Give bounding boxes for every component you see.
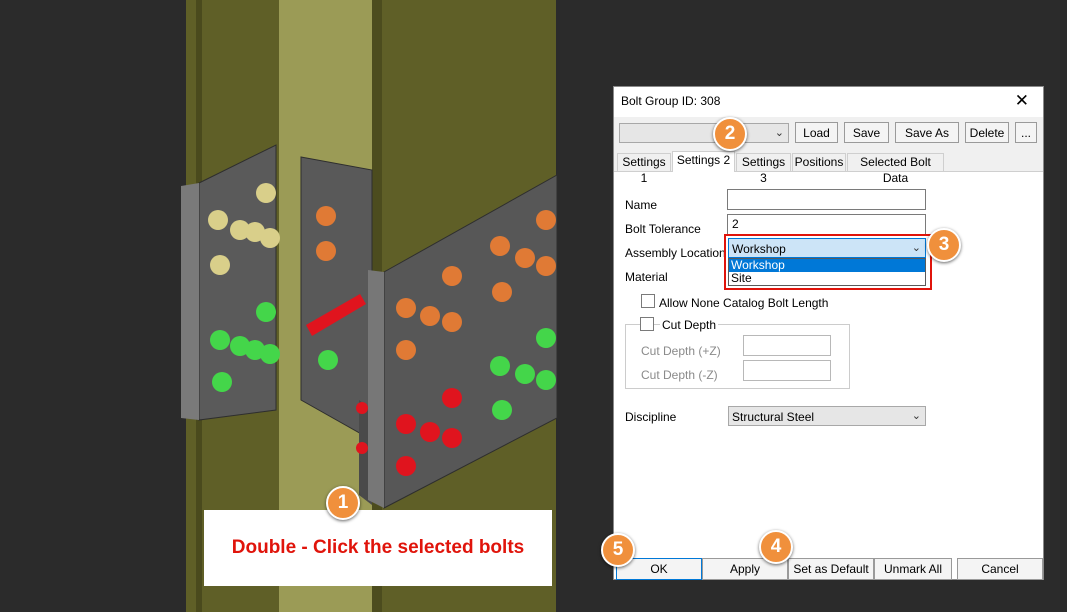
tab-positions[interactable]: Positions [792,153,846,171]
cut-depth-plus-label: Cut Depth (+Z) [641,344,721,358]
save-as-button[interactable]: Save As [895,122,959,143]
delete-button[interactable]: Delete [965,122,1009,143]
discipline-select[interactable]: Structural Steel ⌄ [728,406,926,426]
bolt-group-dialog: Bolt Group ID: 308 ✕ ⌄ Load Save Save As… [613,86,1044,580]
cut-depth-minus-input[interactable] [743,360,831,381]
highlight-box [724,234,932,290]
cancel-button[interactable]: Cancel [957,558,1043,580]
callout-1: 1 [326,486,360,520]
cut-depth-label: Cut Depth [660,318,719,332]
allow-none-catalog-checkbox[interactable] [641,294,655,308]
bolt-tolerance-input[interactable]: 2 [727,214,926,235]
assembly-location-label: Assembly Location [625,246,726,260]
tab-settings-3[interactable]: Settings 3 [736,153,791,185]
name-label: Name [625,198,658,212]
more-button[interactable]: ... [1015,122,1037,143]
dialog-titlebar[interactable]: Bolt Group ID: 308 ✕ [614,87,1043,117]
callout-2: 2 [713,117,747,151]
preset-select[interactable]: ⌄ [619,123,789,143]
callout-4: 4 [759,530,793,564]
cut-depth-plus-input[interactable] [743,335,831,356]
discipline-value: Structural Steel [732,410,815,424]
tab-strip: Settings 1 Settings 2 Settings 3 Positio… [614,151,1043,185]
toolbar: ⌄ Load Save Save As Delete ... [614,117,1043,151]
tab-selected-bolt-data[interactable]: Selected Bolt Data [847,153,944,185]
callout-5: 5 [601,533,635,567]
dialog-title: Bolt Group ID: 308 [621,94,721,108]
cut-depth-checkbox[interactable] [640,317,654,331]
bolt-tolerance-label: Bolt Tolerance [625,222,701,236]
save-button[interactable]: Save [844,122,889,143]
chevron-down-icon: ⌄ [774,127,784,139]
cut-depth-minus-label: Cut Depth (-Z) [641,368,718,382]
instruction-caption: Double - Click the selected bolts [204,510,552,586]
set-as-default-button[interactable]: Set as Default [788,558,874,580]
load-button[interactable]: Load [795,122,838,143]
allow-none-catalog-label: Allow None Catalog Bolt Length [659,296,829,310]
callout-3: 3 [927,228,961,262]
instruction-text: Double - Click the selected bolts [231,537,525,558]
material-label: Material [625,270,668,284]
discipline-label: Discipline [625,410,677,424]
close-icon[interactable]: ✕ [1015,91,1029,111]
tab-settings-2[interactable]: Settings 2 [672,151,735,172]
tab-settings-1[interactable]: Settings 1 [617,153,671,185]
name-input[interactable] [727,189,926,210]
chevron-down-icon: ⌄ [911,410,921,422]
unmark-all-button[interactable]: Unmark All [874,558,952,580]
